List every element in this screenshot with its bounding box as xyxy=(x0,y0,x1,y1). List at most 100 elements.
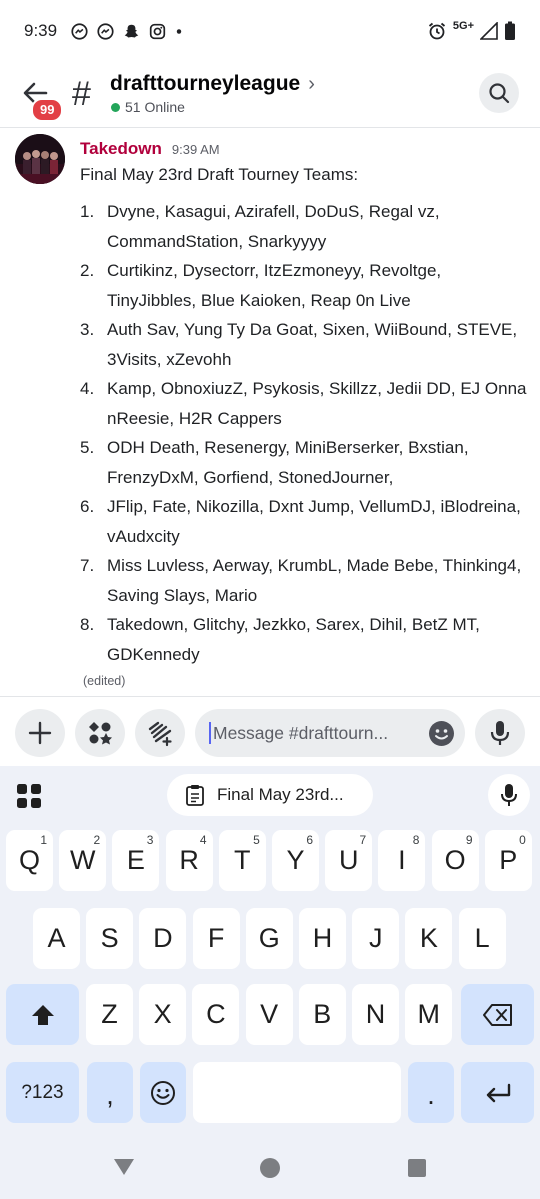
key-a[interactable]: A xyxy=(33,908,80,969)
voice-input-button[interactable] xyxy=(488,774,530,816)
key-label: X xyxy=(153,999,172,1029)
apps-button[interactable] xyxy=(75,709,125,757)
keyboard-apps-icon[interactable] xyxy=(16,783,42,809)
key-label: C xyxy=(206,999,226,1029)
key-s[interactable]: S xyxy=(86,908,134,969)
key-hint: 0 xyxy=(519,833,526,847)
back-triangle-icon[interactable] xyxy=(113,1157,135,1177)
instagram-icon xyxy=(149,23,166,39)
backspace-key[interactable] xyxy=(461,984,534,1045)
team-members: Miss Luvless, Aerway, KrumbL, Made Bebe,… xyxy=(107,556,522,605)
key-label: R xyxy=(179,845,199,875)
team-list-item: 4. Kamp, ObnoxiuzZ, Psykosis, Skillzz, Je… xyxy=(80,374,530,433)
channel-title[interactable]: drafttourneyleague › xyxy=(110,72,315,96)
gift-nitro-button[interactable] xyxy=(135,709,185,757)
key-o[interactable]: O9 xyxy=(431,830,479,891)
key-l[interactable]: L xyxy=(458,908,506,969)
channel-header: 99 # drafttourneyleague › 51 Online xyxy=(0,62,540,128)
emoji-key[interactable] xyxy=(140,1062,186,1123)
key-v[interactable]: V xyxy=(245,984,293,1045)
comma-key[interactable]: , xyxy=(87,1062,133,1123)
key-n[interactable]: N xyxy=(352,984,399,1045)
clipboard-icon xyxy=(186,785,204,806)
key-label: M xyxy=(417,999,440,1029)
add-attachment-button[interactable] xyxy=(15,709,65,757)
avatar[interactable] xyxy=(15,134,65,184)
team-members: Curtikinz, Dysectorr, ItzEzmoneyy, Revol… xyxy=(107,261,442,310)
key-q[interactable]: Q1 xyxy=(6,830,53,891)
message-composer: Message #drafttourn... xyxy=(0,696,540,766)
clipboard-suggestion[interactable]: Final May 23rd... xyxy=(167,774,373,816)
recents-square-icon[interactable] xyxy=(407,1158,427,1178)
key-j[interactable]: J xyxy=(352,908,400,969)
key-u[interactable]: U7 xyxy=(325,830,373,891)
key-x[interactable]: X xyxy=(139,984,187,1045)
key-label: W xyxy=(69,845,96,875)
period-key[interactable]: . xyxy=(408,1062,454,1123)
key-hint: 2 xyxy=(93,833,101,847)
sparkle-stack-icon xyxy=(148,721,172,747)
key-label: U xyxy=(338,845,359,875)
key-i[interactable]: I8 xyxy=(378,830,426,891)
key-r[interactable]: R4 xyxy=(165,830,213,891)
team-members: JFlip, Fate, Nikozilla, Dxnt Jump, Vellu… xyxy=(107,497,521,546)
search-button[interactable] xyxy=(479,73,519,113)
key-k[interactable]: K xyxy=(405,908,453,969)
team-list-item: 6. JFlip, Fate, Nikozilla, Dxnt Jump, Vel… xyxy=(80,492,530,551)
clipboard-text: Final May 23rd... xyxy=(217,785,344,804)
key-t[interactable]: T5 xyxy=(218,830,266,891)
shift-key[interactable] xyxy=(6,984,79,1045)
symbols-key[interactable]: ?123 xyxy=(6,1062,79,1123)
key-label: J xyxy=(368,923,383,953)
online-count: 51 Online xyxy=(125,99,185,115)
key-y[interactable]: Y6 xyxy=(272,830,319,891)
key-z[interactable]: Z xyxy=(86,984,133,1045)
message-input[interactable]: Message #drafttourn... xyxy=(195,709,465,757)
message-placeholder: Message #drafttourn... xyxy=(213,722,389,743)
key-hint: 8 xyxy=(412,833,420,847)
system-status-icons: 5G+ xyxy=(427,20,516,41)
key-p[interactable]: P0 xyxy=(484,830,532,891)
key-label: N xyxy=(365,999,386,1029)
emoji-icon[interactable] xyxy=(428,720,455,747)
key-label: T xyxy=(234,845,251,875)
voice-message-button[interactable] xyxy=(475,709,525,757)
team-list-item: 2. Curtikinz, Dysectorr, ItzEzmoneyy, Rev… xyxy=(80,256,530,315)
key-hint: 7 xyxy=(359,833,367,847)
team-list-item: 1. Dvyne, Kasagui, Azirafell, DoDuS, Rega… xyxy=(80,197,530,256)
key-g[interactable]: G xyxy=(245,908,293,969)
message-author[interactable]: Takedown xyxy=(80,139,162,159)
team-number: 5. xyxy=(80,438,95,457)
notification-icons xyxy=(71,22,183,40)
key-hint: 1 xyxy=(40,833,47,847)
key-h[interactable]: H xyxy=(299,908,346,969)
key-label: H xyxy=(312,923,333,953)
key-label: F xyxy=(207,923,225,953)
team-number: 3. xyxy=(80,320,95,339)
network-type: 5G+ xyxy=(452,20,474,32)
key-f[interactable]: F xyxy=(192,908,240,969)
text-cursor xyxy=(209,722,211,744)
home-circle-icon[interactable] xyxy=(259,1157,281,1179)
chevron-right-icon: › xyxy=(308,72,315,95)
key-label: Z xyxy=(101,999,118,1029)
microphone-icon xyxy=(490,721,510,745)
enter-key[interactable] xyxy=(461,1062,534,1123)
signal-icon xyxy=(480,22,498,40)
key-e[interactable]: E3 xyxy=(112,830,160,891)
alarm-icon xyxy=(428,22,445,40)
key-hint: 5 xyxy=(253,833,260,847)
team-list-item: 3. Auth Sav, Yung Ty Da Goat, Sixen, WiiB… xyxy=(80,315,530,374)
key-w[interactable]: W2 xyxy=(59,830,107,891)
key-m[interactable]: M xyxy=(405,984,453,1045)
key-b[interactable]: B xyxy=(298,984,346,1045)
key-label: V xyxy=(260,999,279,1029)
space-key[interactable] xyxy=(193,1062,401,1123)
enter-icon xyxy=(486,1083,510,1102)
messenger-icon xyxy=(97,22,114,40)
key-d[interactable]: D xyxy=(139,908,187,969)
key-label: A xyxy=(47,923,66,953)
key-hint: 4 xyxy=(199,833,207,847)
battery-icon xyxy=(505,21,515,40)
key-c[interactable]: C xyxy=(192,984,240,1045)
